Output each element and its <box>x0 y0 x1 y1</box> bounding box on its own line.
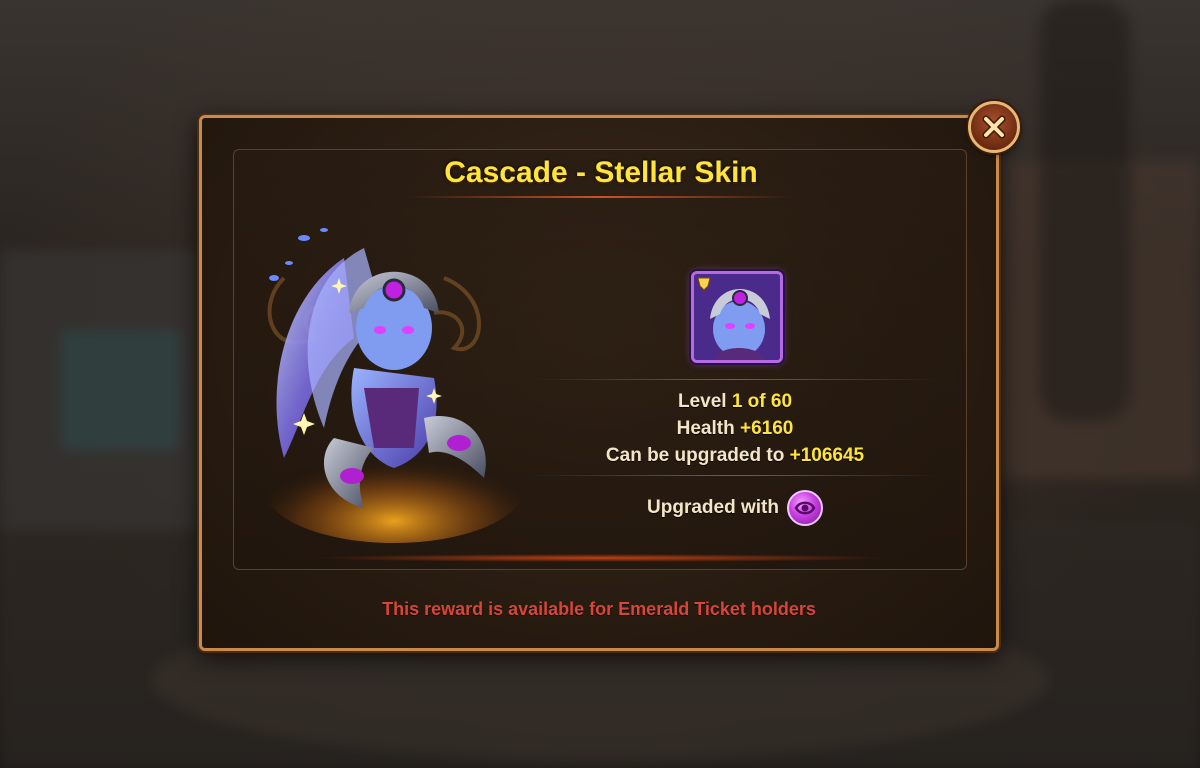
level-stat: Level 1 of 60 <box>530 391 940 413</box>
cascade-hero-art <box>244 218 534 548</box>
stats-divider-bottom <box>530 475 940 476</box>
upgrade-cap-value: +106645 <box>789 445 865 466</box>
upgrade-cap-label: Can be upgraded to <box>605 445 785 466</box>
background-window <box>60 330 180 450</box>
stats-divider-top <box>530 379 940 380</box>
dialog-title: Cascade - Stellar Skin <box>444 156 758 189</box>
health-stat: Health +6160 <box>530 418 940 440</box>
background-tree <box>1040 0 1130 420</box>
upgrade-cap-stat: Can be upgraded to +106645 <box>530 445 940 467</box>
close-button[interactable] <box>968 101 1020 153</box>
health-label: Health <box>676 418 735 439</box>
level-value: 1 of 60 <box>731 391 793 412</box>
close-icon <box>982 115 1006 139</box>
title-underline <box>409 196 793 198</box>
health-value: +6160 <box>739 418 794 439</box>
hero-skin-portrait <box>691 271 783 363</box>
level-label: Level <box>677 391 727 412</box>
upgraded-with-row: Upgraded with <box>530 488 940 528</box>
panel-bottom-glow <box>314 554 888 562</box>
skin-reward-dialog: Cascade - Stellar Skin Level 1 of 60 Hea… <box>199 115 999 651</box>
skin-stone-icon[interactable] <box>786 490 823 526</box>
skin-info-panel: Cascade - Stellar Skin Level 1 of 60 Hea… <box>233 149 967 570</box>
upgraded-with-label: Upgraded with <box>647 497 779 518</box>
reward-availability-note: This reward is available for Emerald Tic… <box>382 599 816 619</box>
